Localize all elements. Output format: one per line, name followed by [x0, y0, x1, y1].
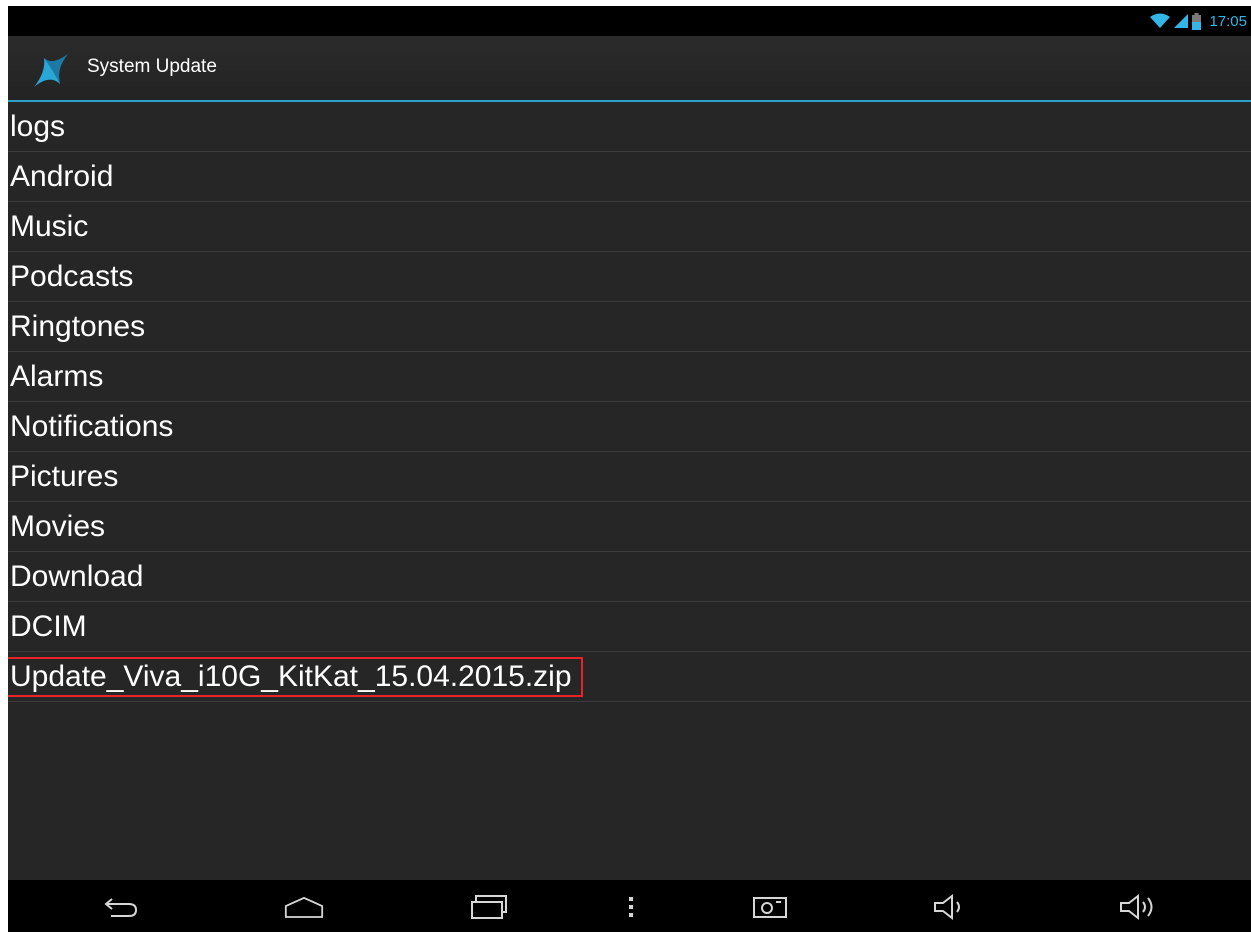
file-name: Music — [10, 209, 89, 243]
volume-up-button[interactable] — [1118, 890, 1158, 924]
action-bar: System Update — [8, 36, 1251, 102]
list-item-download[interactable]: Download — [8, 552, 1251, 602]
list-item-ringtones[interactable]: Ringtones — [8, 302, 1251, 352]
status-icons: 17:05 — [1150, 6, 1247, 36]
list-item-notifications[interactable]: Notifications — [8, 402, 1251, 452]
home-button[interactable] — [284, 890, 324, 924]
screenshot-button[interactable] — [750, 890, 790, 924]
signal-icon — [1174, 14, 1189, 28]
recent-apps-button[interactable] — [470, 890, 510, 924]
list-item-movies[interactable]: Movies — [8, 502, 1251, 552]
file-name: Notifications — [10, 409, 174, 443]
list-item-logs[interactable]: logs — [8, 102, 1251, 152]
volume-down-button[interactable] — [930, 890, 970, 924]
battery-icon — [1192, 12, 1202, 30]
status-bar: 17:05 — [8, 6, 1251, 36]
file-name: Ringtones — [10, 309, 146, 343]
file-name: Android — [10, 159, 114, 193]
status-time: 17:05 — [1209, 12, 1247, 30]
list-item-dcim[interactable]: DCIM — [8, 602, 1251, 652]
wifi-icon — [1150, 13, 1171, 28]
menu-icon — [629, 897, 633, 917]
list-item-podcasts[interactable]: Podcasts — [8, 252, 1251, 302]
file-name: Podcasts — [10, 259, 134, 293]
file-list: logs Android Music Podcasts Ringtones Al… — [8, 102, 1251, 702]
file-name: Download — [10, 559, 144, 593]
volume-down-icon — [934, 894, 960, 920]
file-name: DCIM — [10, 609, 87, 643]
back-button[interactable] — [101, 890, 141, 924]
back-icon — [104, 898, 138, 917]
device-screen: 17:05 System Update logs Android Music P… — [8, 6, 1251, 932]
file-name: Pictures — [10, 459, 119, 493]
home-icon — [284, 896, 324, 918]
list-item-android[interactable]: Android — [8, 152, 1251, 202]
app-title: System Update — [87, 56, 217, 77]
list-item-update-zip[interactable]: Update_Viva_i10G_KitKat_15.04.2015.zip — [8, 652, 1251, 702]
file-name: Alarms — [10, 359, 104, 393]
navigation-bar — [8, 880, 1251, 932]
list-item-pictures[interactable]: Pictures — [8, 452, 1251, 502]
file-name: logs — [10, 109, 66, 143]
system-update-logo-icon[interactable] — [32, 52, 70, 88]
file-name: Movies — [10, 509, 106, 543]
list-item-music[interactable]: Music — [8, 202, 1251, 252]
recent-apps-icon — [471, 895, 507, 919]
volume-up-icon — [1120, 894, 1153, 920]
list-item-alarms[interactable]: Alarms — [8, 352, 1251, 402]
file-name-highlighted: Update_Viva_i10G_KitKat_15.04.2015.zip — [8, 656, 583, 697]
menu-button[interactable] — [611, 890, 651, 924]
screenshot-icon — [753, 897, 787, 918]
